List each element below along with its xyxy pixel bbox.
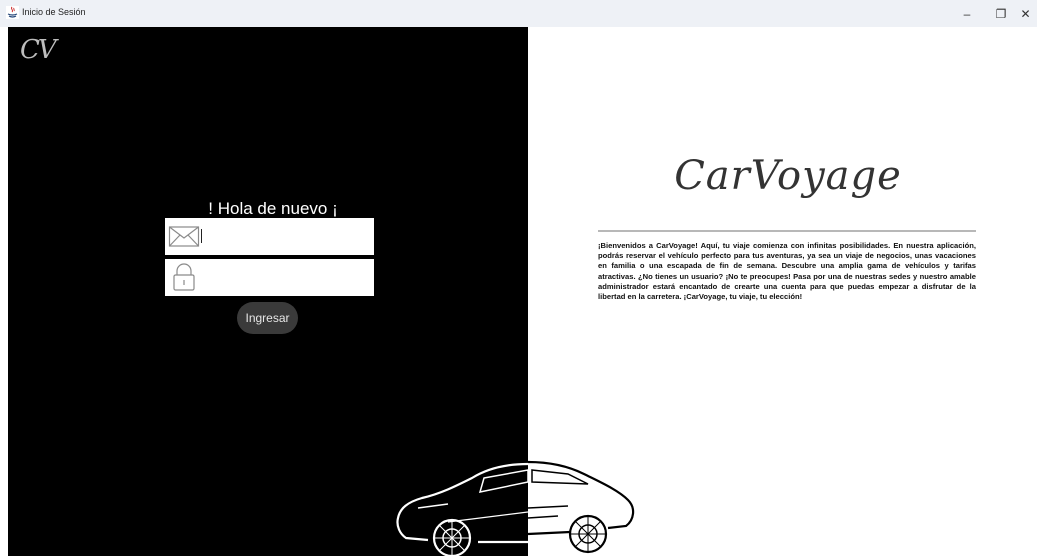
info-panel: CarVoyage ¡Bienvenidos a CarVoyage! Aquí…: [528, 27, 1037, 556]
password-field[interactable]: [165, 259, 374, 296]
maximize-button[interactable]: ❐: [984, 0, 1018, 27]
cv-logo: CV: [20, 35, 57, 65]
welcome-text: ¡Bienvenidos a CarVoyage! Aquí, tu viaje…: [598, 241, 976, 302]
envelope-icon: [168, 226, 200, 247]
divider-line: [598, 230, 976, 232]
car-illustration-left: [396, 462, 528, 556]
java-app-icon: [6, 6, 19, 19]
text-caret: [201, 229, 202, 243]
minimize-button[interactable]: –: [950, 0, 984, 27]
title-bar: Inicio de Sesión – ❐ ✕: [0, 0, 1037, 27]
car-illustration-right: [528, 460, 635, 554]
login-panel: CV ! Hola de nuevo ¡ Ingresar: [8, 27, 528, 556]
email-field[interactable]: [165, 218, 374, 255]
email-input[interactable]: [201, 224, 361, 248]
padlock-icon: [173, 263, 195, 291]
login-button[interactable]: Ingresar: [237, 302, 298, 334]
close-button[interactable]: ✕: [1014, 0, 1037, 27]
greeting-text: ! Hola de nuevo ¡: [208, 199, 338, 218]
carvoyage-logo: CarVoyage: [674, 153, 902, 199]
password-input[interactable]: [201, 265, 361, 289]
window-title: Inicio de Sesión: [22, 7, 86, 17]
